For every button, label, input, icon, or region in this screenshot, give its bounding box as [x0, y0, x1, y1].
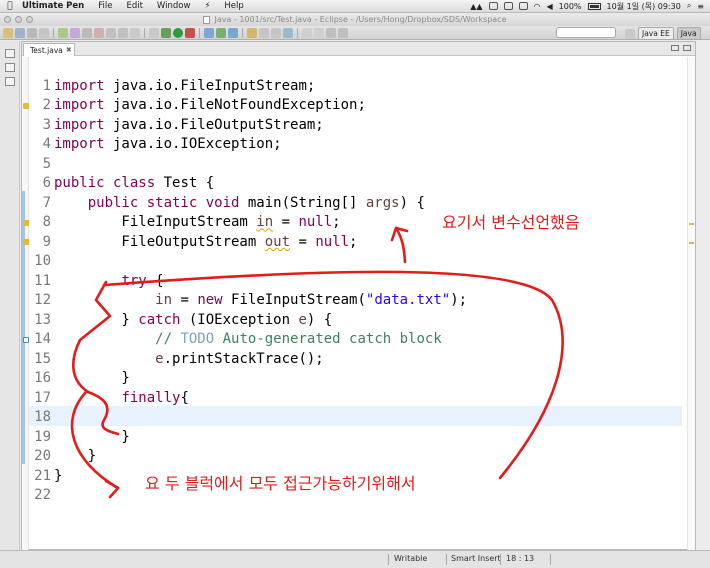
status-separator [500, 554, 501, 565]
brace-stroke-lower [70, 390, 120, 490]
status-separator [446, 554, 447, 565]
status-separator [388, 554, 389, 565]
arrowhead-brace [104, 479, 120, 499]
brace-stroke [72, 280, 120, 436]
annotation-reason: 요 두 블럭에서 모두 접근가능하기위해서 [145, 474, 416, 493]
annotation-declared-here: 요기서 변수선언했음 [442, 213, 580, 232]
status-writable: Writable [394, 554, 428, 563]
status-cursor-position: 18 : 13 [506, 554, 535, 563]
status-bar: Writable Smart Insert 18 : 13 [0, 550, 710, 568]
status-insert-mode: Smart Insert [451, 554, 501, 563]
arrow-to-declarations [394, 226, 407, 264]
status-separator [550, 554, 551, 565]
curve-right [102, 270, 564, 480]
